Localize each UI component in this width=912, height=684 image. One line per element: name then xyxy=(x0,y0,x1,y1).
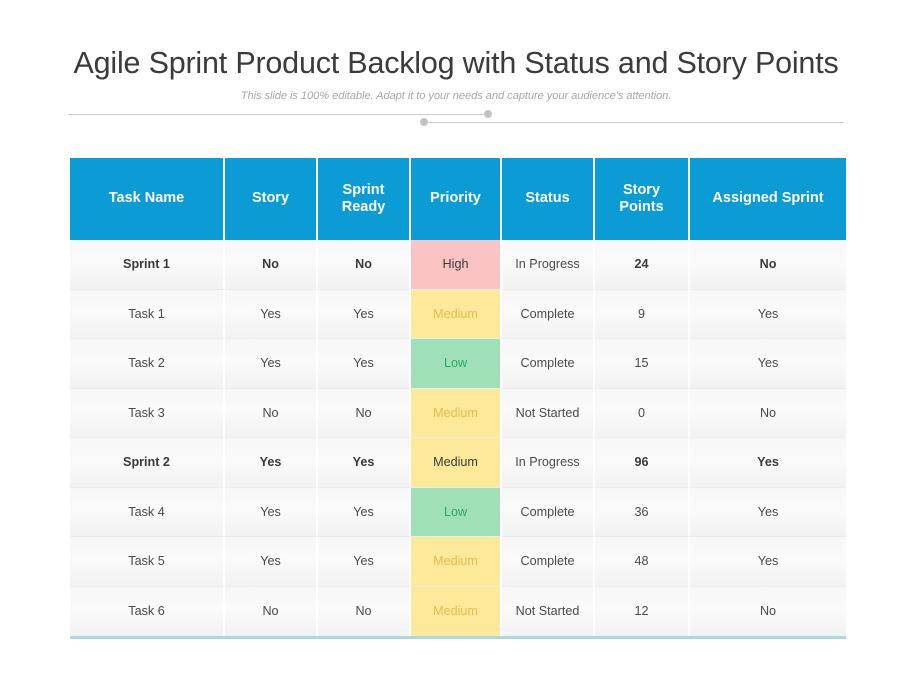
cell-priority: Medium xyxy=(411,289,502,339)
table-row[interactable]: Task 1 Yes Yes Medium Complete 9 Yes xyxy=(70,289,846,339)
cell-story: Yes xyxy=(225,487,318,537)
cell-priority: Medium xyxy=(411,438,502,488)
cell-assigned-sprint: Yes xyxy=(690,537,846,587)
cell-sprint-ready: Yes xyxy=(318,339,411,389)
cell-task-name: Task 6 xyxy=(70,586,225,636)
decorative-divider xyxy=(0,108,912,128)
column-header-story[interactable]: Story xyxy=(225,158,318,240)
cell-priority: Medium xyxy=(411,388,502,438)
cell-sprint-ready: No xyxy=(318,586,411,636)
cell-priority: Low xyxy=(411,487,502,537)
cell-sprint-ready: No xyxy=(318,388,411,438)
cell-task-name: Task 1 xyxy=(70,289,225,339)
cell-story-points: 36 xyxy=(595,487,690,537)
backlog-table-container: Task Name Story Sprint Ready Priority Status… xyxy=(70,158,846,639)
cell-story-points: 15 xyxy=(595,339,690,389)
divider-line-lower xyxy=(424,122,844,123)
cell-sprint-ready: Yes xyxy=(318,438,411,488)
column-header-status[interactable]: Status xyxy=(502,158,595,240)
cell-story-points: 12 xyxy=(595,586,690,636)
page-subtitle: This slide is 100% editable. Adapt it to… xyxy=(240,90,672,103)
cell-sprint-ready: No xyxy=(318,240,411,290)
cell-story: No xyxy=(225,388,318,438)
cell-priority: Medium xyxy=(411,586,502,636)
slide-header: Agile Sprint Product Backlog with Status… xyxy=(0,0,912,102)
cell-status: Complete xyxy=(502,537,595,587)
column-header-assigned-sprint[interactable]: Assigned Sprint xyxy=(690,158,846,240)
cell-priority: High xyxy=(411,240,502,290)
table-row[interactable]: Task 2 Yes Yes Low Complete 15 Yes xyxy=(70,339,846,389)
cell-assigned-sprint: No xyxy=(690,388,846,438)
cell-story: No xyxy=(225,586,318,636)
cell-status: Complete xyxy=(502,339,595,389)
cell-sprint-ready: Yes xyxy=(318,487,411,537)
cell-status: In Progress xyxy=(502,438,595,488)
cell-story: Yes xyxy=(225,339,318,389)
cell-story-points: 24 xyxy=(595,240,690,290)
cell-task-name: Sprint 1 xyxy=(70,240,225,290)
cell-sprint-ready: Yes xyxy=(318,537,411,587)
cell-story: Yes xyxy=(225,537,318,587)
table-row[interactable]: Task 5 Yes Yes Medium Complete 48 Yes xyxy=(70,537,846,587)
cell-story-points: 0 xyxy=(595,388,690,438)
cell-assigned-sprint: No xyxy=(690,240,846,290)
backlog-table: Task Name Story Sprint Ready Priority Status… xyxy=(70,158,846,636)
column-header-priority[interactable]: Priority xyxy=(411,158,502,240)
cell-story: Yes xyxy=(225,438,318,488)
cell-assigned-sprint: No xyxy=(690,586,846,636)
cell-status: Complete xyxy=(502,289,595,339)
table-row[interactable]: Task 4 Yes Yes Low Complete 36 Yes xyxy=(70,487,846,537)
cell-priority: Medium xyxy=(411,537,502,587)
column-header-task-name[interactable]: Task Name xyxy=(70,158,225,240)
cell-task-name: Sprint 2 xyxy=(70,438,225,488)
cell-task-name: Task 3 xyxy=(70,388,225,438)
cell-story-points: 48 xyxy=(595,537,690,587)
cell-priority: Low xyxy=(411,339,502,389)
divider-dot-right xyxy=(484,110,492,118)
divider-line-upper xyxy=(68,114,488,115)
cell-assigned-sprint: Yes xyxy=(690,289,846,339)
table-row[interactable]: Task 6 No No Medium Not Started 12 No xyxy=(70,586,846,636)
cell-status: In Progress xyxy=(502,240,595,290)
column-header-story-points[interactable]: Story Points xyxy=(595,158,690,240)
cell-status: Not Started xyxy=(502,388,595,438)
cell-story: Yes xyxy=(225,289,318,339)
divider-dot-left xyxy=(420,118,428,126)
cell-story: No xyxy=(225,240,318,290)
cell-assigned-sprint: Yes xyxy=(690,438,846,488)
cell-assigned-sprint: Yes xyxy=(690,487,846,537)
cell-story-points: 9 xyxy=(595,289,690,339)
page-title: Agile Sprint Product Backlog with Status… xyxy=(73,46,839,80)
cell-status: Not Started xyxy=(502,586,595,636)
table-row[interactable]: Sprint 2 Yes Yes Medium In Progress 96 Yes xyxy=(70,438,846,488)
cell-task-name: Task 5 xyxy=(70,537,225,587)
cell-sprint-ready: Yes xyxy=(318,289,411,339)
table-header-row: Task Name Story Sprint Ready Priority Status… xyxy=(70,158,846,240)
cell-task-name: Task 2 xyxy=(70,339,225,389)
cell-status: Complete xyxy=(502,487,595,537)
table-body: Sprint 1 No No High In Progress 24 No Task 1 Yes… xyxy=(70,240,846,636)
cell-assigned-sprint: Yes xyxy=(690,339,846,389)
cell-story-points: 96 xyxy=(595,438,690,488)
table-row[interactable]: Task 3 No No Medium Not Started 0 No xyxy=(70,388,846,438)
table-row[interactable]: Sprint 1 No No High In Progress 24 No xyxy=(70,240,846,290)
cell-task-name: Task 4 xyxy=(70,487,225,537)
column-header-sprint-ready[interactable]: Sprint Ready xyxy=(318,158,411,240)
table-header: Task Name Story Sprint Ready Priority Status… xyxy=(70,158,846,240)
